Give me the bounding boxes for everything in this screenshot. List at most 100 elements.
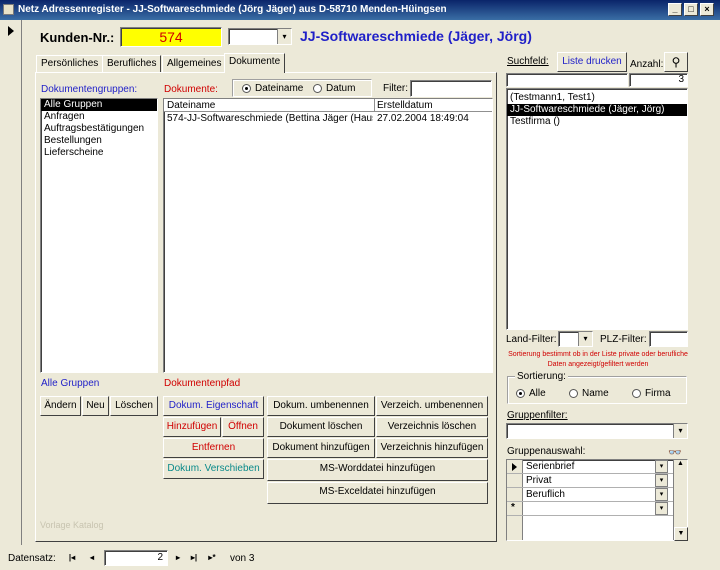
group-filter-combo[interactable]: ▾ [506, 423, 688, 439]
table-row[interactable]: Privat ▾ [507, 474, 687, 488]
plz-filter-label: PLZ-Filter: [600, 334, 647, 345]
search-label: Suchfeld: [507, 56, 549, 67]
record-number-input[interactable]: 2 [104, 550, 168, 566]
filter-input[interactable] [410, 80, 492, 97]
sort-name-option[interactable]: Name [569, 388, 609, 399]
table-row[interactable]: * ▾ [507, 502, 687, 516]
list-item[interactable]: JJ-Softwareschmiede (Jäger, Jörg) [507, 104, 687, 116]
radio-unchecked-icon [632, 388, 641, 398]
sort-note: Sortierung bestimmt ob in der Liste priv… [508, 351, 688, 368]
list-item[interactable]: Testfirma () [507, 116, 687, 128]
print-list-button[interactable]: Liste drucken [557, 52, 627, 72]
app-icon [3, 4, 14, 15]
documents-label: Dokumente: [164, 84, 218, 95]
move-doc-button[interactable]: Dokum. Verschieben [163, 459, 264, 479]
documents-list-header: Dateiname Erstelldatum [164, 99, 492, 112]
row-filename: 574-JJ-Softwareschmiede (Bettina Jäger (… [167, 113, 373, 124]
glasses-icon[interactable]: 👓 [668, 446, 682, 459]
chevron-down-icon[interactable]: ▾ [655, 488, 668, 501]
list-item[interactable]: (Testmann1, Test1) [507, 92, 687, 104]
record-selector[interactable] [0, 20, 22, 545]
chevron-down-icon[interactable]: ▾ [673, 424, 687, 438]
kunden-combo[interactable]: ▾ [228, 28, 292, 45]
column-header-dateiname[interactable]: Dateiname [167, 100, 215, 111]
sort-firma-option[interactable]: Firma [632, 388, 671, 399]
close-button[interactable]: × [700, 3, 714, 16]
watermark-text: Vorlage Katalog [40, 520, 104, 530]
group-row-label: Beruflich [526, 489, 565, 500]
chevron-down-icon[interactable]: ▾ [655, 502, 668, 515]
tab-allgemeines[interactable]: Allgemeines [162, 55, 227, 72]
add-word-button[interactable]: MS-Worddatei hinzufügen [267, 459, 488, 481]
group-select-grid[interactable]: Serienbrief ▾ Privat ▾ Beruflich ▾ * ▾ ▲ [506, 459, 688, 541]
list-item[interactable]: Lieferscheine [41, 147, 157, 159]
selected-group-label: Alle Gruppen [41, 378, 100, 389]
sort-alle-option[interactable]: Alle [516, 388, 546, 399]
rename-dir-button[interactable]: Verzeich. umbenennen [376, 396, 488, 416]
next-record-icon[interactable]: ▸ [172, 552, 184, 564]
company-name: JJ-Softwareschmiede (Jäger, Jörg) [300, 28, 532, 44]
sort-datum-option[interactable]: Datum [313, 83, 355, 94]
table-row[interactable]: Beruflich ▾ [507, 488, 687, 502]
delete-dir-button[interactable]: Verzeichnis löschen [376, 417, 488, 437]
kunden-nr-field[interactable]: 574 [120, 27, 222, 47]
radio-unchecked-icon [313, 83, 322, 93]
add-dir-button[interactable]: Verzeichnis hinzufügen [376, 438, 488, 458]
sort-group-label: Sortierung: [515, 371, 568, 382]
change-group-button[interactable]: Ändern [40, 396, 81, 416]
tab-berufliches[interactable]: Berufliches [102, 55, 162, 72]
delete-group-button[interactable]: Löschen [110, 396, 158, 416]
group-select-label: Gruppenauswahl: [507, 446, 586, 457]
open-button[interactable]: Öffnen [222, 417, 264, 437]
path-label: Dokumentenpfad [164, 378, 241, 389]
kunden-nr-label: Kunden-Nr.: [40, 30, 115, 45]
search-input[interactable] [506, 73, 628, 87]
column-header-erstelldatum[interactable]: Erstelldatum [377, 100, 433, 111]
sort-dateiname-option[interactable]: Dateiname [242, 83, 303, 94]
current-row-arrow-icon [512, 463, 517, 471]
list-item[interactable]: Bestellungen [41, 135, 157, 147]
radio-unchecked-icon [569, 388, 578, 398]
add-excel-button[interactable]: MS-Exceldatei hinzufügen [267, 482, 488, 504]
maximize-button[interactable]: □ [684, 3, 698, 16]
chevron-down-icon[interactable]: ▾ [578, 332, 592, 346]
new-group-button[interactable]: Neu [82, 396, 109, 416]
prev-record-icon[interactable]: ◂ [86, 552, 98, 564]
tab-dokumente[interactable]: Dokumente [224, 53, 286, 73]
add-doc-button[interactable]: Dokument hinzufügen [267, 438, 375, 458]
land-filter-combo[interactable]: ▾ [558, 331, 593, 347]
doc-properties-button[interactable]: Dokum. Eigenschaft [163, 396, 264, 416]
record-of-label: von 3 [230, 553, 255, 564]
binoculars-icon[interactable]: ⚲ [664, 52, 688, 72]
chevron-down-icon[interactable]: ▾ [655, 460, 668, 473]
documents-list[interactable]: Dateiname Erstelldatum 574-JJ-Softwaresc… [163, 98, 493, 373]
delete-doc-button[interactable]: Dokument löschen [267, 417, 375, 437]
groups-label: Dokumentengruppen: [41, 84, 138, 95]
table-row[interactable]: 574-JJ-Softwareschmiede (Bettina Jäger (… [164, 113, 492, 125]
table-row[interactable]: Serienbrief ▾ [507, 460, 687, 474]
minimize-button[interactable]: _ [668, 3, 682, 16]
group-row-label: Privat [526, 475, 552, 486]
list-item[interactable]: Anfragen [41, 111, 157, 123]
list-item[interactable]: Alle Gruppen [41, 99, 157, 111]
chevron-down-icon[interactable]: ▾ [655, 474, 668, 487]
groups-list[interactable]: Alle Gruppen Anfragen Auftragsbestätigun… [40, 98, 158, 373]
record-navigator: Datensatz: |◂ ◂ 2 ▸ ▸| ▸* von 3 [0, 546, 720, 570]
radio-checked-icon [516, 388, 525, 398]
group-filter-label: Gruppenfilter: [507, 410, 568, 421]
scroll-down-icon[interactable]: ▼ [674, 527, 688, 541]
add-button[interactable]: Hinzufügen [163, 417, 221, 437]
rename-doc-button[interactable]: Dokum. umbenennen [267, 396, 375, 416]
land-filter-label: Land-Filter: [506, 334, 557, 345]
tab-persoenliches[interactable]: Persönliches [36, 55, 104, 72]
first-record-icon[interactable]: |◂ [66, 552, 78, 564]
last-record-icon[interactable]: ▸| [188, 552, 200, 564]
list-item[interactable]: Auftragsbestätigungen [41, 123, 157, 135]
plz-filter-input[interactable] [649, 331, 688, 347]
remove-button[interactable]: Entfernen [163, 438, 264, 458]
results-list[interactable]: (Testmann1, Test1) JJ-Softwareschmiede (… [506, 88, 688, 330]
chevron-down-icon[interactable]: ▾ [277, 29, 291, 44]
new-record-icon[interactable]: ▸* [206, 552, 218, 564]
scroll-up-icon[interactable]: ▲ [674, 460, 687, 467]
filter-label: Filter: [383, 83, 408, 94]
